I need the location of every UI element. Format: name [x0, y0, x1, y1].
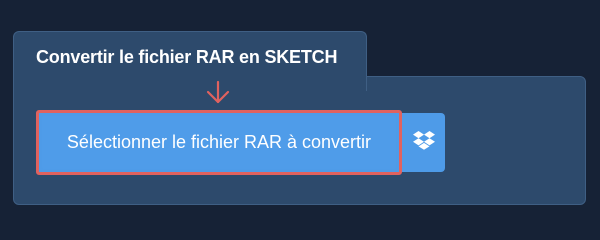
converter-tab-title: Convertir le fichier RAR en SKETCH: [36, 47, 338, 67]
converter-widget: Convertir le fichier RAR en SKETCH Sélec…: [0, 0, 600, 230]
dropbox-icon: [412, 130, 435, 155]
select-file-button[interactable]: Sélectionner le fichier RAR à convertir: [36, 110, 402, 175]
select-file-button-label: Sélectionner le fichier RAR à convertir: [66, 132, 372, 152]
dropbox-button[interactable]: [402, 113, 445, 172]
arrow-down-icon: [204, 80, 232, 106]
converter-tab: Convertir le fichier RAR en SKETCH: [13, 31, 367, 91]
